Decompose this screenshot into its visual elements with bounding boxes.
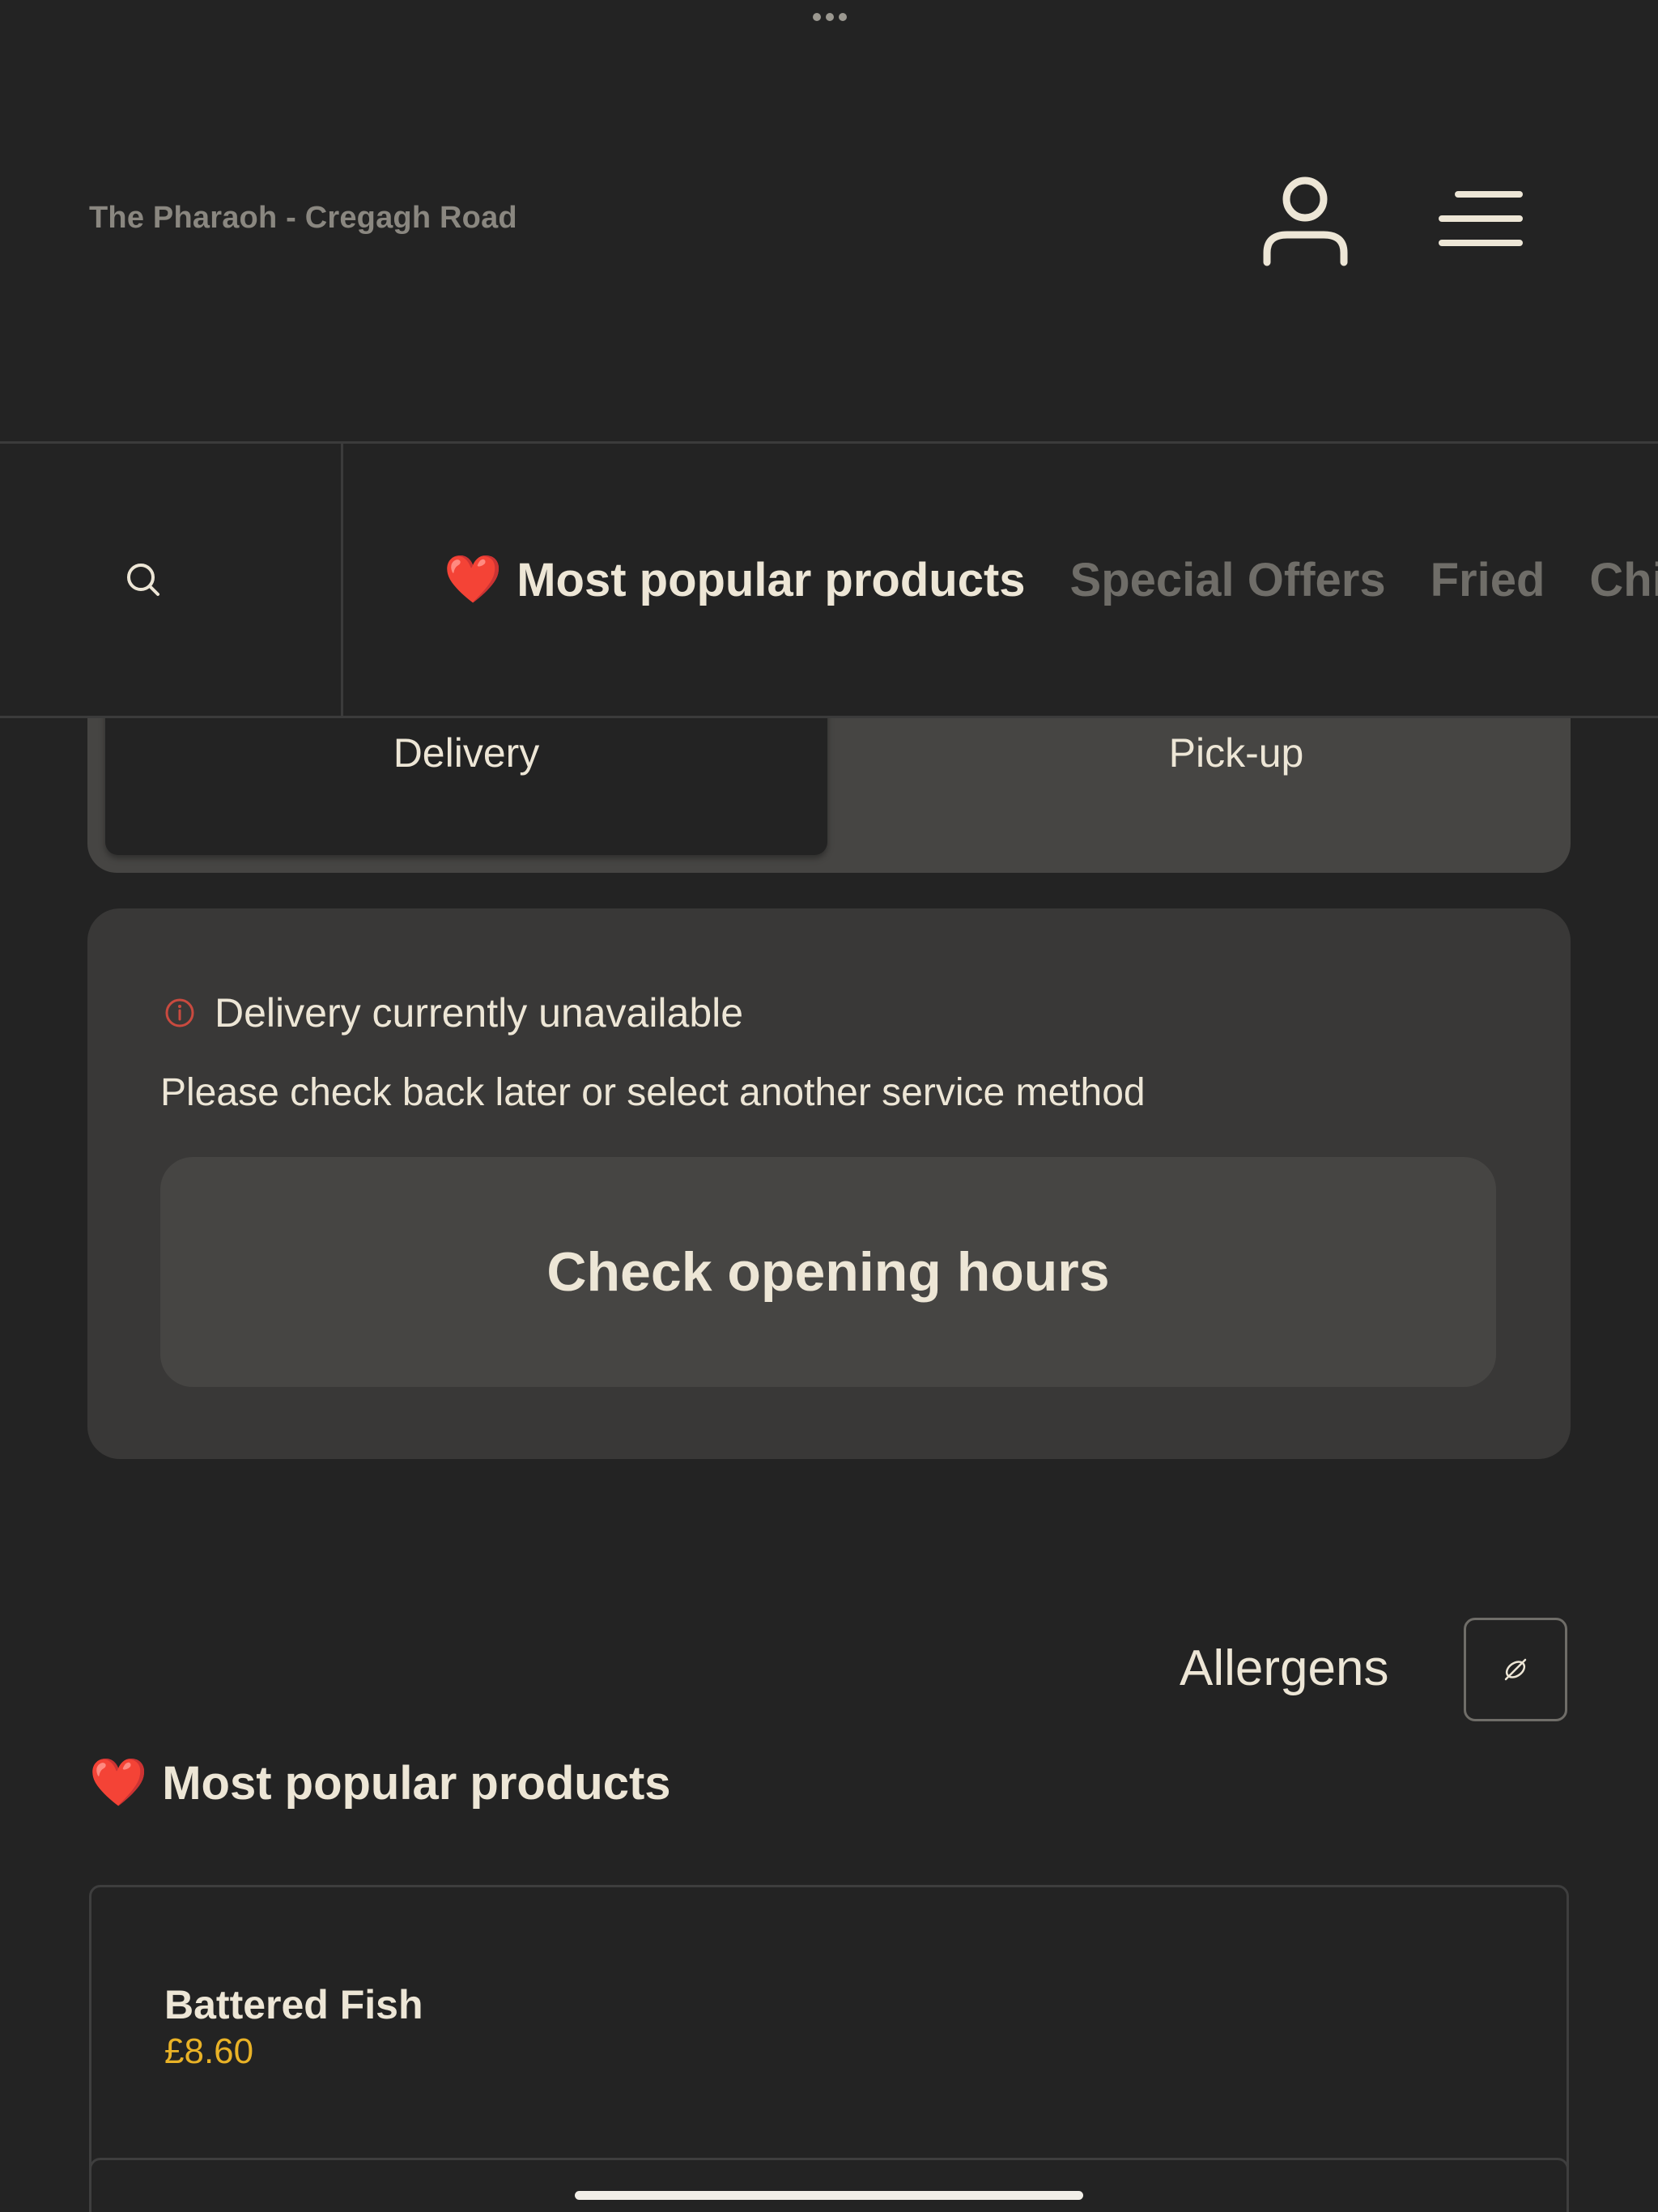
- tab-label: Fried: [1430, 553, 1545, 606]
- status-title-text: Delivery currently unavailable: [215, 990, 744, 1036]
- allergen-filter-icon: [1504, 1658, 1527, 1681]
- allergens-label: Allergens: [1180, 1640, 1389, 1696]
- heart-icon: ❤️: [444, 553, 503, 606]
- heart-icon: ❤️: [89, 1756, 148, 1809]
- product-name: Battered Fish: [164, 1982, 423, 2027]
- product-price: £8.60: [164, 2031, 254, 2071]
- status-title: Delivery currently unavailable: [164, 989, 743, 1036]
- category-tabs: ❤️ Most popular products Special Offers …: [444, 444, 1658, 716]
- tab-label: Special Offers: [1069, 553, 1386, 606]
- category-nav: ❤️ Most popular products Special Offers …: [0, 441, 1658, 718]
- restaurant-name[interactable]: The Pharaoh - Cregagh Road: [89, 201, 517, 236]
- tab-label: Chi: [1589, 553, 1658, 606]
- user-account-button[interactable]: [1259, 172, 1352, 269]
- header: The Pharaoh - Cregagh Road: [0, 0, 1658, 441]
- hamburger-menu-icon: [1439, 191, 1523, 246]
- hamburger-menu-button[interactable]: [1437, 186, 1526, 251]
- user-icon: [1263, 177, 1348, 266]
- delivery-status-card: Delivery currently unavailable Please ch…: [87, 908, 1571, 1459]
- product-card[interactable]: [89, 2158, 1569, 2212]
- section-title: ❤️ Most popular products: [89, 1755, 671, 1810]
- tab-fried[interactable]: Fried: [1431, 553, 1545, 607]
- search-icon: [127, 564, 159, 596]
- status-message: Please check back later or select anothe…: [160, 1071, 1146, 1114]
- search-button[interactable]: [0, 444, 343, 716]
- home-indicator[interactable]: [575, 2191, 1083, 2200]
- tab-most-popular[interactable]: ❤️ Most popular products: [444, 552, 1026, 607]
- tab-chi[interactable]: Chi: [1589, 553, 1658, 607]
- tab-label: Most popular products: [517, 553, 1026, 606]
- app-page: The Pharaoh - Cregagh Road ❤️ Most popul…: [0, 0, 1658, 2212]
- tab-special-offers[interactable]: Special Offers: [1070, 553, 1386, 607]
- section-title-text: Most popular products: [162, 1756, 671, 1810]
- info-alert-icon: [165, 998, 194, 1027]
- check-opening-hours-button[interactable]: Check opening hours: [160, 1157, 1496, 1387]
- allergens-filter-button[interactable]: [1464, 1618, 1567, 1721]
